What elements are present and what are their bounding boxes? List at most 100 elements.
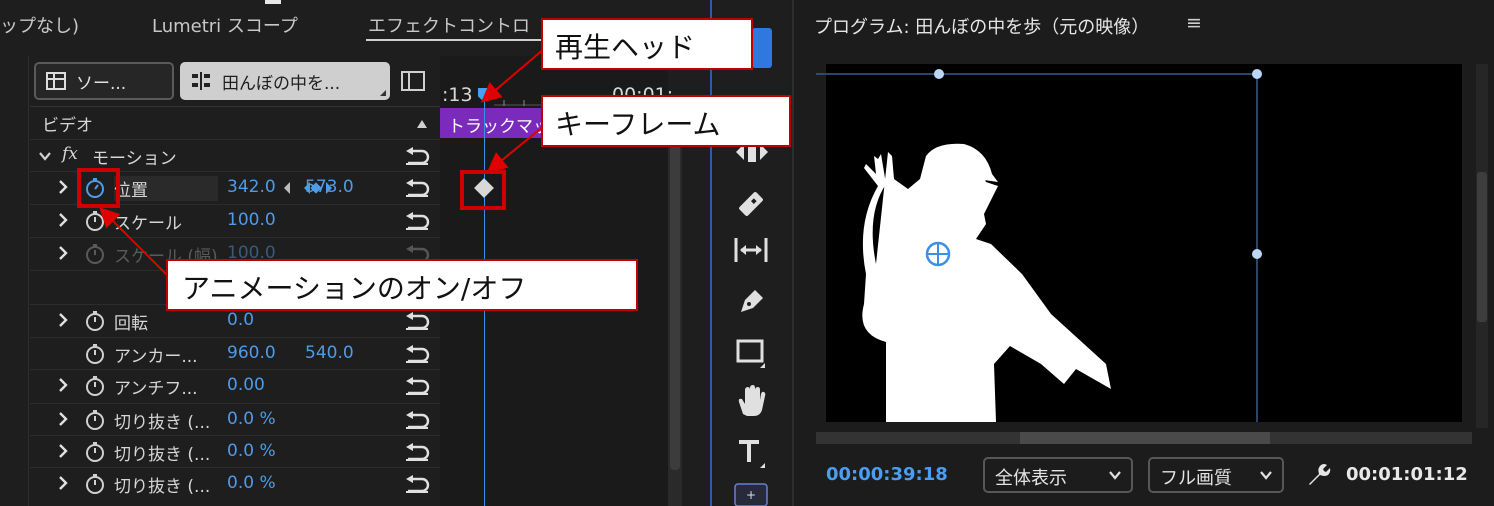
sequence-clip-label: 田んぼの中を... [222,73,341,94]
highlight-stopwatch-box [77,168,120,208]
source-clip-label: ソー... [76,73,127,94]
callout-keyframe: キーフレーム [541,95,791,147]
stopwatch-icon[interactable] [84,375,106,397]
param-value[interactable]: 0.0 [227,310,254,330]
expand-chevron-icon[interactable] [56,244,70,262]
tab-clip-mixer[interactable]: ップなし) [0,12,79,38]
panel-drag-marker [265,0,281,4]
playback-quality-value: フル画質 [1160,468,1232,489]
expand-chevron-icon[interactable] [56,211,70,229]
param-row-crop[interactable]: 切り抜き (... 0.0 % [30,403,440,435]
stopwatch-icon[interactable] [84,210,106,232]
reset-icon[interactable] [402,344,432,364]
pen-tool-icon[interactable] [733,284,769,320]
transform-bounding-box[interactable] [816,64,1276,264]
stopwatch-disabled-icon [86,244,104,264]
playhead-timecode[interactable]: 00:00:39:18 [826,464,948,485]
param-label: アンチフ... [114,379,198,399]
param-row-anchor[interactable]: アンカー... 960.0 540.0 [30,337,440,369]
source-clip-button[interactable]: ソー... [34,62,174,100]
expand-chevron-icon[interactable] [56,311,70,329]
section-header-video[interactable]: ビデオ [30,106,440,138]
param-value[interactable]: 100.0 [227,210,276,230]
stopwatch-icon[interactable] [84,473,106,495]
collapse-up-icon[interactable] [416,119,428,129]
param-value-y[interactable]: 573.0 [305,177,354,197]
program-monitor-title[interactable]: プログラム: 田んぼの中を歩（元の映像） [814,13,1149,39]
sequence-duration-timecode: 00:01:01:12 [1346,464,1468,485]
dropdown-corner-icon [380,90,386,96]
svg-text:+: + [746,488,756,502]
zoom-level-value: 全体表示 [995,468,1067,489]
reset-icon[interactable] [402,146,432,166]
monitor-vertical-scroll-thumb[interactable] [1477,172,1487,322]
callout-animation-toggle: アニメーションのオン/オフ [166,259,638,311]
stopwatch-icon[interactable] [84,441,106,463]
callout-playhead: 再生ヘッド [541,18,753,70]
param-row-crop[interactable]: 切り抜き (... 0.0 % [30,467,440,499]
stopwatch-icon[interactable] [84,343,106,365]
reset-icon[interactable] [402,311,432,331]
param-value[interactable]: 0.0 % [227,441,276,461]
param-value[interactable]: 0.0 % [227,409,276,429]
expand-chevron-icon[interactable] [56,410,70,428]
wrench-icon[interactable] [1305,462,1331,488]
rectangle-tool-icon[interactable] [733,334,769,370]
sequence-clip-icon [192,72,210,90]
expand-chevron-icon[interactable] [56,178,70,196]
magic-tool-icon[interactable]: + [733,482,769,506]
chevron-down-icon[interactable] [38,150,52,162]
playback-quality-dropdown[interactable]: フル画質 [1148,457,1284,493]
param-row-antiflicker[interactable]: アンチフ... 0.00 [30,369,440,401]
highlight-keyframe-box [460,170,506,210]
reset-icon[interactable] [402,410,432,430]
param-value-x[interactable]: 342.0 [227,177,276,197]
param-row-crop[interactable]: 切り抜き (... 0.0 % [30,435,440,467]
transform-handle-icon[interactable] [1252,249,1262,259]
section-label: ビデオ [42,116,93,136]
slip-tool-icon[interactable] [733,232,769,268]
hand-tool-icon[interactable] [733,384,769,420]
toggle-timeline-icon[interactable] [398,68,428,94]
param-label: アンカー... [114,347,198,367]
expand-chevron-icon[interactable] [56,442,70,460]
effect-scrollbar-thumb[interactable] [670,140,680,470]
motion-group-row[interactable]: fx モーション [30,139,440,171]
expand-chevron-icon[interactable] [56,376,70,394]
transform-handle-icon[interactable] [934,69,944,79]
monitor-horizontal-scroll-thumb[interactable] [1020,432,1270,444]
fx-badge[interactable]: fx [62,144,78,164]
param-row-scale[interactable]: スケール 100.0 [30,204,440,236]
sequence-clip-button[interactable]: 田んぼの中を... [180,62,390,100]
chevron-down-icon [1260,471,1272,480]
param-value-x[interactable]: 960.0 [227,343,276,363]
source-grid-icon [46,72,66,90]
reset-icon[interactable] [402,211,432,231]
tab-effect-controls[interactable]: エフェクトコントロ [368,12,530,38]
param-label: 切り抜き (... [114,477,211,497]
param-label: 切り抜き (... [114,445,211,465]
expand-chevron-icon[interactable] [56,474,70,492]
param-value[interactable]: 0.0 % [227,473,276,493]
chevron-down-icon [1109,471,1121,480]
panel-menu-icon[interactable]: ≡ [1186,12,1202,34]
stopwatch-icon[interactable] [84,310,106,332]
razor-tool-icon[interactable] [733,186,769,222]
type-tool-icon[interactable] [733,434,769,470]
param-value-y[interactable]: 540.0 [305,343,354,363]
zoom-level-dropdown[interactable]: 全体表示 [983,457,1133,493]
reset-icon[interactable] [402,178,432,198]
param-value[interactable]: 0.00 [227,375,265,395]
reset-icon[interactable] [402,474,432,494]
stopwatch-icon[interactable] [84,409,106,431]
reset-icon[interactable] [402,442,432,462]
param-label: 回転 [114,314,148,334]
reset-icon[interactable] [402,376,432,396]
transform-handle-icon[interactable] [1252,69,1262,79]
param-label: スケール [114,214,182,234]
selection-tool-highlight[interactable] [752,28,772,68]
tab-lumetri-scopes[interactable]: Lumetri スコープ [152,12,298,38]
param-label: 位置 [114,176,218,201]
ruler-timecode: :13 [442,84,473,106]
param-label: 切り抜き (... [114,413,211,433]
